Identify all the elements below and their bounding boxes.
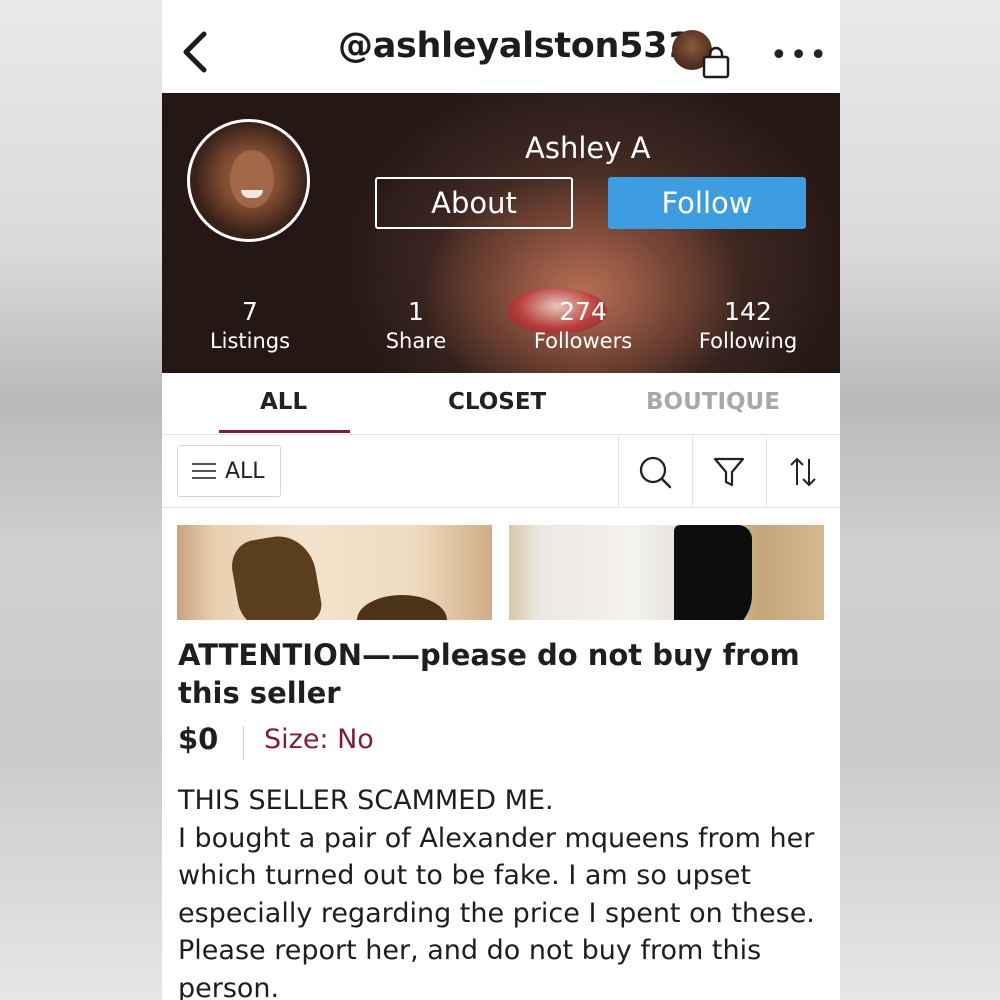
filter-button[interactable] bbox=[692, 436, 765, 508]
shoe-image bbox=[227, 530, 325, 620]
shoe-image bbox=[357, 595, 447, 620]
stat-value: 1 bbox=[408, 297, 424, 326]
listing-detail: ATTENTION——please do not buy from this s… bbox=[162, 634, 840, 1000]
tab-boutique[interactable]: BOUTIQUE bbox=[646, 389, 780, 415]
back-arrow-icon[interactable] bbox=[176, 24, 216, 80]
closet-tabs: ALL CLOSET BOUTIQUE bbox=[162, 373, 840, 435]
listing-thumbnail[interactable] bbox=[509, 525, 824, 620]
display-name: Ashley A bbox=[525, 131, 651, 165]
stat-value: 274 bbox=[559, 297, 607, 326]
active-tab-indicator bbox=[219, 430, 350, 433]
more-options-icon[interactable]: ••• bbox=[770, 38, 829, 73]
filter-bar: ALL bbox=[162, 436, 840, 508]
category-filter-label: ALL bbox=[225, 458, 265, 484]
profile-avatar[interactable] bbox=[187, 119, 310, 242]
profile-cover: Ashley A About Follow 7 Listings 1 Share… bbox=[162, 93, 840, 373]
tab-all[interactable]: ALL bbox=[260, 389, 307, 415]
stat-value: 7 bbox=[242, 297, 258, 326]
filter-icon bbox=[713, 457, 745, 487]
search-icon bbox=[639, 456, 672, 489]
about-button[interactable]: About bbox=[375, 177, 573, 229]
top-nav-bar: @ashleyalston531 ••• bbox=[162, 0, 840, 93]
listing-grid bbox=[162, 508, 840, 634]
avatar-face bbox=[230, 150, 274, 208]
username-title: @ashleyalston531 bbox=[338, 26, 692, 66]
stat-followers[interactable]: 274 Followers bbox=[513, 297, 653, 355]
follow-button[interactable]: Follow bbox=[608, 177, 806, 229]
stat-label: Followers bbox=[533, 329, 633, 353]
listing-price: $0 bbox=[178, 722, 219, 756]
listing-description: THIS SELLER SCAMMED ME. I bought a pair … bbox=[178, 785, 815, 1000]
stat-label: Share bbox=[385, 329, 447, 353]
category-filter-button[interactable]: ALL bbox=[177, 445, 281, 497]
stat-listings[interactable]: 7 Listings bbox=[180, 297, 320, 355]
sort-button[interactable] bbox=[766, 436, 839, 508]
tab-closet[interactable]: CLOSET bbox=[448, 389, 546, 415]
price-divider bbox=[243, 726, 244, 760]
sort-icon bbox=[790, 457, 816, 487]
shoe-image bbox=[674, 525, 752, 620]
stat-share[interactable]: 1 Share bbox=[346, 297, 486, 355]
listing-size: Size: No bbox=[264, 724, 374, 755]
search-button[interactable] bbox=[618, 436, 691, 508]
listing-thumbnail[interactable] bbox=[177, 525, 492, 620]
app-screen: @ashleyalston531 ••• Ashley A About Foll… bbox=[162, 0, 840, 1000]
stat-value: 142 bbox=[724, 297, 772, 326]
stat-following[interactable]: 142 Following bbox=[678, 297, 818, 355]
listing-title: ATTENTION——please do not buy from this s… bbox=[178, 638, 800, 710]
stat-label: Listings bbox=[209, 329, 291, 353]
stat-label: Following bbox=[698, 329, 798, 353]
menu-lines-icon bbox=[192, 463, 216, 479]
shopping-bag-icon bbox=[702, 46, 730, 79]
